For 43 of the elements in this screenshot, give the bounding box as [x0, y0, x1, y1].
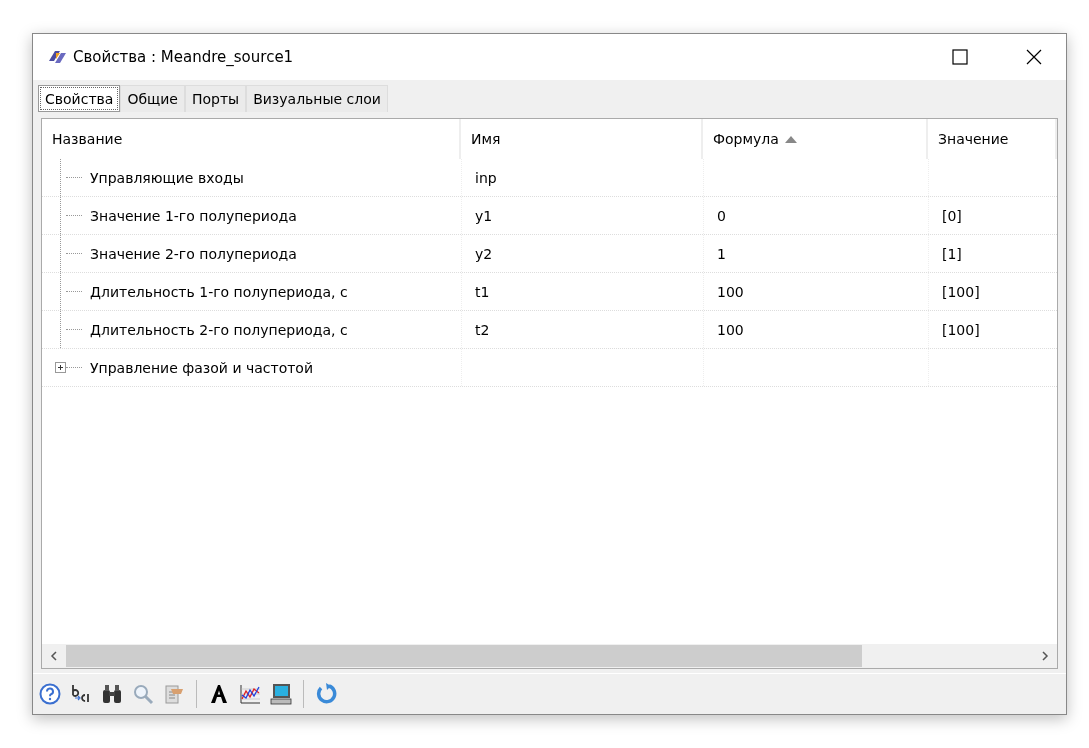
horizontal-scrollbar[interactable] — [42, 644, 1057, 668]
table-cell: 1 — [717, 245, 726, 262]
property-name: Значение 1-го полупериода — [90, 207, 297, 224]
table-cell: [100] — [942, 321, 980, 338]
scroll-thumb[interactable] — [66, 645, 862, 667]
refresh-icon[interactable] — [315, 683, 337, 705]
app-logo-icon — [47, 49, 67, 65]
table-cell: [1] — [942, 245, 962, 262]
close-icon[interactable] — [1026, 49, 1042, 65]
table-cell: [0] — [942, 207, 962, 224]
rename-icon[interactable] — [70, 683, 92, 705]
table-cell: t2 — [475, 321, 490, 338]
table-cell: [100] — [942, 283, 980, 300]
tab[interactable]: Порты — [184, 85, 247, 112]
window-title: Свойства : Meandre_source1 — [73, 48, 294, 66]
property-name: Длительность 2-го полупериода, с — [90, 321, 348, 338]
table-cell: inp — [475, 169, 497, 186]
table-cell: y2 — [475, 245, 493, 262]
scroll-left-icon[interactable] — [50, 651, 58, 661]
help-icon[interactable] — [39, 683, 61, 705]
table-cell: t1 — [475, 283, 490, 300]
table-cell: 100 — [717, 321, 744, 338]
table-cell: y1 — [475, 207, 493, 224]
tab[interactable]: Визуальные слои — [246, 85, 388, 112]
column-header[interactable]: Название — [42, 119, 461, 159]
table-cell: 100 — [717, 283, 744, 300]
binoculars-icon[interactable] — [101, 683, 123, 705]
property-name: Значение 2-го полупериода — [90, 245, 297, 262]
column-header[interactable]: Имя — [461, 119, 703, 159]
tab[interactable]: Свойства — [38, 85, 121, 112]
line-chart-icon[interactable] — [239, 683, 261, 705]
computer-icon[interactable] — [270, 683, 292, 705]
property-name: Управление фазой и частотой — [90, 359, 314, 376]
column-header[interactable]: Формула — [703, 119, 928, 159]
scroll-right-icon[interactable] — [1041, 651, 1049, 661]
tab[interactable]: Общие — [120, 85, 185, 112]
expand-toggle[interactable] — [55, 362, 66, 373]
property-name: Длительность 1-го полупериода, с — [90, 283, 348, 300]
column-header[interactable]: Значение — [928, 119, 1057, 159]
font-icon[interactable] — [208, 683, 230, 705]
table-cell: 0 — [717, 207, 726, 224]
maximize-icon[interactable] — [952, 49, 968, 65]
property-name: Управляющие входы — [90, 169, 244, 186]
